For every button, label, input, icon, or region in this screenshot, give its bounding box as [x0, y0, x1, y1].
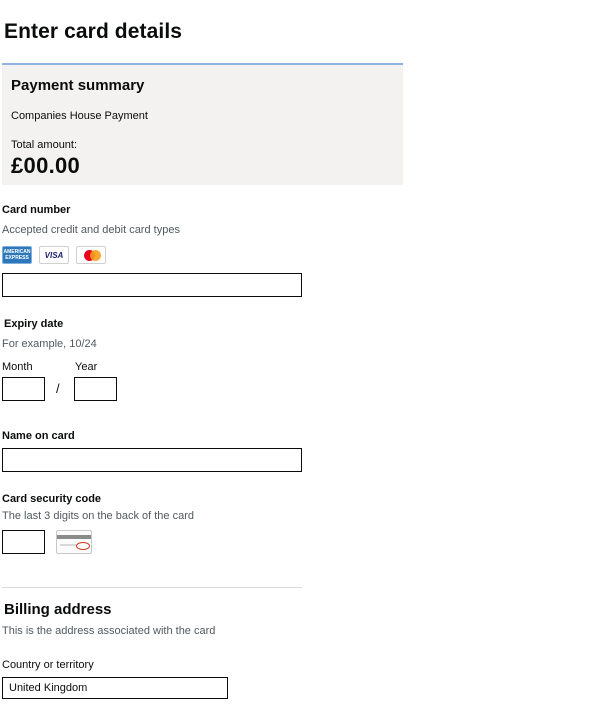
expiry-month-label: Month [2, 361, 33, 373]
country-label: Country or territory [2, 659, 94, 671]
mastercard-orange-circle [90, 250, 101, 261]
payment-summary-panel: Payment summary Companies House Payment … [2, 63, 403, 185]
card-number-hint: Accepted credit and debit card types [2, 224, 180, 236]
payment-description: Companies House Payment [11, 110, 148, 122]
mastercard-logo-icon [76, 246, 106, 264]
expiry-date-label: Expiry date [4, 318, 64, 330]
billing-address-hint: This is the address associated with the … [2, 625, 216, 637]
card-magnetic-stripe [57, 535, 91, 539]
page-title: Enter card details [4, 20, 183, 43]
visa-logo-icon: VISA [39, 246, 69, 264]
accepted-card-logos: AMERICAN EXPRESS VISA [2, 246, 106, 266]
name-on-card-label: Name on card [2, 430, 75, 442]
billing-address-heading: Billing address [4, 601, 112, 618]
security-code-input[interactable] [2, 530, 45, 554]
expiry-year-label: Year [75, 361, 98, 373]
amex-logo-icon: AMERICAN EXPRESS [2, 246, 32, 264]
card-number-input[interactable] [2, 273, 302, 297]
card-back-cvv-icon [56, 530, 92, 554]
cvv-highlight-ring [76, 542, 90, 550]
expiry-date-hint: For example, 10/24 [2, 338, 97, 350]
total-amount-label: Total amount: [11, 139, 78, 151]
section-divider [2, 587, 302, 588]
name-on-card-input[interactable] [2, 448, 302, 472]
card-number-label: Card number [2, 204, 71, 216]
expiry-month-input[interactable] [2, 377, 45, 401]
security-code-label: Card security code [2, 493, 102, 505]
expiry-year-input[interactable] [74, 377, 117, 401]
expiry-separator: / [56, 381, 60, 396]
country-input[interactable] [2, 677, 228, 699]
card-signature-strip [60, 544, 76, 546]
security-code-hint: The last 3 digits on the back of the car… [2, 510, 195, 522]
total-amount-value: £00.00 [11, 153, 81, 178]
payment-summary-title: Payment summary [11, 77, 145, 94]
